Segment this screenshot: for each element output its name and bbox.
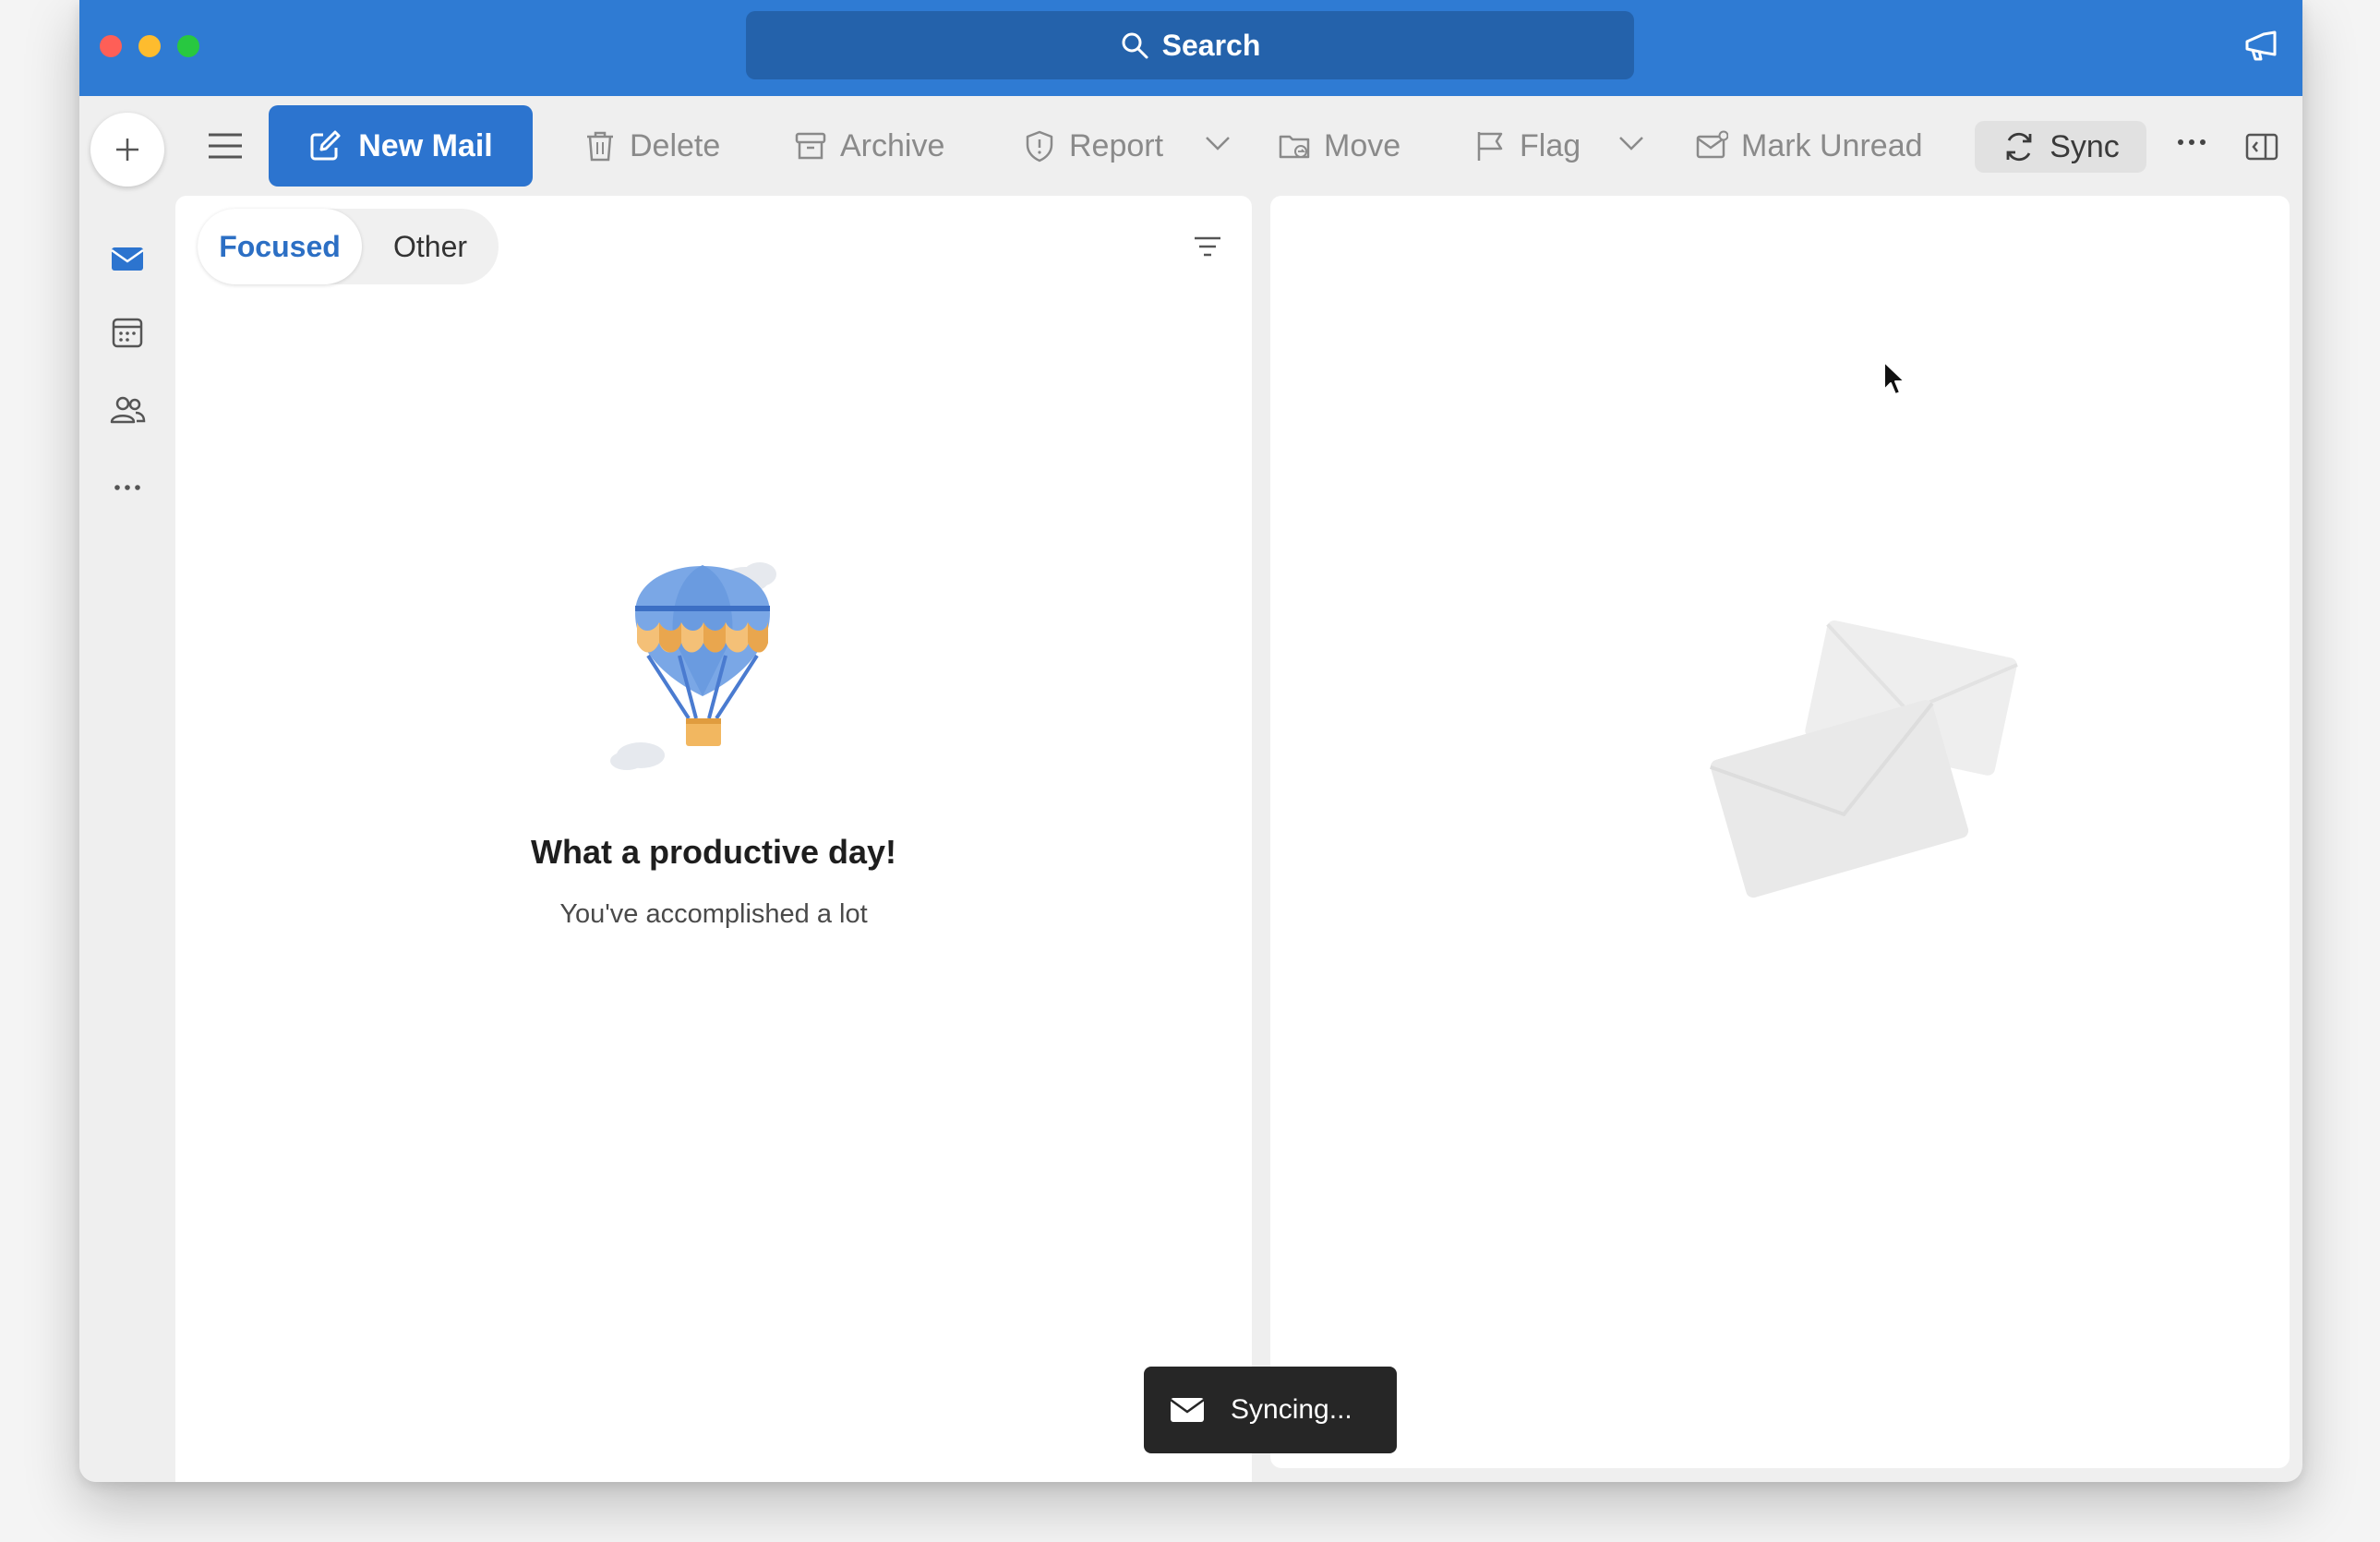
empty-state-title: What a productive day! [530,833,897,871]
outlook-window: Search New Mail Delete Archive Report Mo… [79,0,2302,1482]
mail-icon [1170,1398,1205,1422]
more-apps-icon[interactable] [109,469,146,506]
title-bar: Search [79,0,2302,96]
empty-envelopes-illustration [1709,620,2018,898]
new-mail-button[interactable]: New Mail [269,105,533,187]
maximize-window-button[interactable] [177,35,199,57]
create-button[interactable] [90,113,164,187]
archive-icon [795,132,826,160]
empty-state-subtitle: You've accomplished a lot [559,899,868,929]
close-window-button[interactable] [100,35,122,57]
minimize-window-button[interactable] [138,35,161,57]
reading-pane-toggle-icon[interactable] [2245,133,2278,161]
search-icon [1122,32,1148,59]
mark-unread-label: Mark Unread [1741,127,1923,163]
search-bar[interactable]: Search [746,11,1634,79]
flag-button[interactable]: Flag [1473,120,1581,172]
calendar-icon[interactable] [109,314,146,351]
mark-unread-button[interactable]: Mark Unread [1695,120,1923,172]
filter-icon[interactable] [1193,235,1222,259]
shield-icon [1026,130,1053,163]
syncing-toast: Syncing... [1144,1367,1397,1453]
people-icon[interactable] [109,392,146,428]
search-label: Search [1161,28,1261,62]
tab-other[interactable]: Other [362,209,499,284]
sync-label: Sync [2049,128,2120,164]
hamburger-menu-icon[interactable] [207,131,244,161]
flag-label: Flag [1520,127,1581,163]
flag-dropdown-chevron-icon[interactable] [1617,133,1645,153]
trash-icon [587,131,613,162]
move-label: Move [1324,127,1401,163]
folder-move-icon [1279,135,1310,159]
more-options-icon[interactable] [2173,124,2210,161]
tab-focused[interactable]: Focused [198,209,362,284]
compose-icon [310,130,341,161]
sync-button[interactable]: Sync [1975,121,2146,173]
hot-air-balloon-illustration [610,562,776,770]
delete-label: Delete [630,127,721,163]
plus-icon [116,139,138,161]
command-toolbar: New Mail Delete Archive Report Move Flag… [79,96,2302,196]
announcement-icon[interactable] [2243,30,2280,63]
toast-text: Syncing... [1231,1394,1352,1425]
reading-pane [1270,196,2290,1468]
inbox-tab-switcher: Focused Other [198,209,499,284]
message-list-pane: Focused Other What a productive day! You… [175,196,1252,1482]
archive-label: Archive [840,127,945,163]
report-dropdown-chevron-icon[interactable] [1204,133,1232,153]
mail-icon[interactable] [109,240,146,277]
app-nav-rail [79,196,175,1482]
move-button[interactable]: Move [1278,120,1400,172]
report-button[interactable]: Report [1023,120,1163,172]
flag-icon [1477,132,1503,161]
sync-icon [2006,132,2032,162]
delete-button[interactable]: Delete [583,120,720,172]
report-label: Report [1069,127,1164,163]
mail-unread-icon [1696,130,1728,159]
mouse-cursor-icon [1883,361,1905,395]
new-mail-label: New Mail [358,127,493,163]
archive-button[interactable]: Archive [794,120,944,172]
